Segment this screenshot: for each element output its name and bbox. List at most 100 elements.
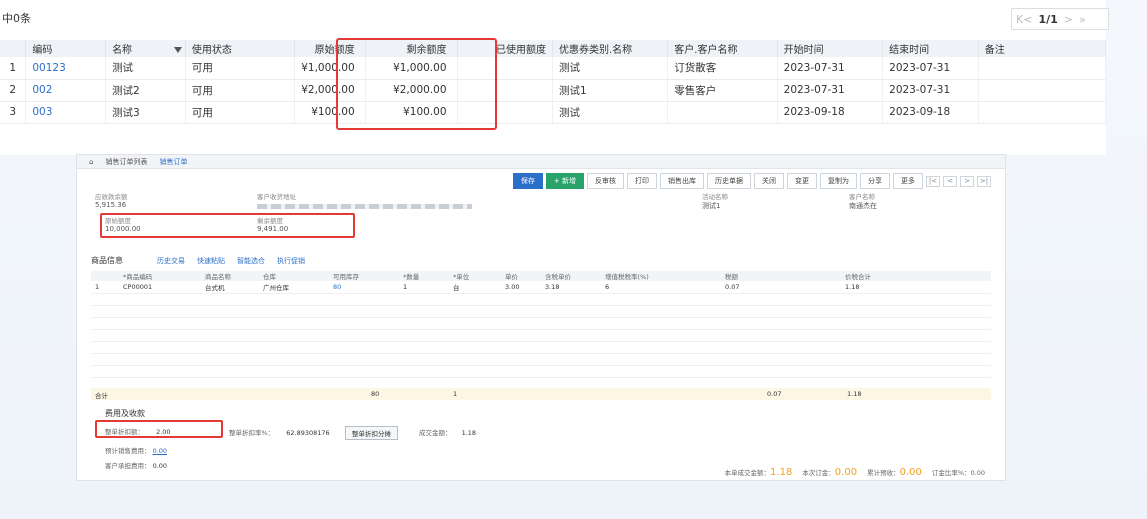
row-customer: 零售客户	[667, 79, 778, 102]
tab-bar: ⌂ 销售订单列表 销售订单	[77, 155, 1005, 169]
row-note	[978, 79, 1107, 102]
grid-col-price: 单价	[501, 271, 541, 281]
bottom-order: 本次订金：0.00	[802, 467, 857, 478]
copy-as-button[interactable]: 复制为	[820, 173, 857, 189]
pre-fee-value[interactable]: 0.00	[153, 447, 167, 455]
first-page-button[interactable]: K<	[1016, 13, 1032, 26]
grid-empty-row	[91, 305, 991, 318]
col-name[interactable]: 名称	[105, 40, 186, 57]
coupon-table: 编码 名称 使用状态 原始额度 剩余额度 已使用额度 优惠券类别.名称 客户.客…	[0, 40, 1107, 124]
grid-row-wh[interactable]: 广州仓库	[259, 281, 329, 294]
row-code[interactable]: 00123	[25, 57, 107, 80]
grid-col-tax: 税额	[721, 271, 841, 281]
first-record-icon[interactable]: |<	[926, 175, 940, 187]
grid-col-qty: *数量	[399, 271, 449, 281]
bottom-deal-value: 1.18	[770, 467, 793, 478]
row-code[interactable]: 003	[25, 101, 107, 124]
row-customer: 订货散客	[667, 57, 778, 80]
col-end[interactable]: 结束时间	[882, 40, 979, 57]
share-button[interactable]: 分享	[860, 173, 890, 189]
print-button[interactable]: 打印	[627, 173, 657, 189]
promotion-link[interactable]: 执行促销	[277, 256, 305, 266]
grid-row-index: 1	[91, 281, 119, 294]
bottom-deal-label: 本单成交金额：	[724, 469, 771, 477]
col-start[interactable]: 开始时间	[777, 40, 884, 57]
bottom-pay: 累计预收：0.00	[867, 467, 922, 478]
sales-order-panel: ⌂ 销售订单列表 销售订单 保存 + 新增 反审核 打印 销售出库 历史单据 关…	[76, 154, 1006, 481]
grid-row-code[interactable]: CP00001	[119, 281, 201, 294]
row-start: 2023-07-31	[777, 57, 884, 80]
col-index	[0, 40, 27, 57]
row-end: 2023-07-31	[882, 79, 979, 102]
grid-empty-row	[91, 317, 991, 330]
info-recv: 应收款余额 5,915.36	[95, 191, 128, 209]
grid-row-taxprice[interactable]: 3.18	[541, 281, 601, 294]
sum-label: 合计	[95, 392, 108, 400]
goods-links: 历史交易 快速粘贴 智能选仓 执行促销	[157, 256, 305, 266]
grid-col-rate: 增值税税率(%)	[601, 271, 721, 281]
bottom-order-label: 本次订金：	[802, 469, 835, 477]
info-customer: 客户名称 南通杰在	[849, 191, 877, 211]
quick-paste-link[interactable]: 快速粘贴	[197, 256, 225, 266]
grid-row-rate[interactable]: 6	[601, 281, 721, 294]
row-name: 测试	[105, 57, 186, 80]
grid-row-price[interactable]: 3.00	[501, 281, 541, 294]
grid-row-name: 台式机	[201, 281, 259, 294]
address-label: 客户收货地址	[257, 193, 296, 201]
split-discount-button[interactable]: 整单折扣分摊	[345, 426, 398, 440]
cust-fee-field: 客户承担费用： 0.00	[105, 460, 167, 470]
next-page-button[interactable]: >	[1064, 13, 1073, 26]
tab-order-list[interactable]: 销售订单列表	[105, 157, 147, 167]
prev-record-icon[interactable]: <	[943, 175, 957, 187]
bottom-summary: 本单成交金额：1.18 本次订金：0.00 累计预收：0.00 订金比率%： 0.…	[725, 467, 985, 478]
grid-row-unit[interactable]: 台	[449, 281, 501, 294]
unaudit-button[interactable]: 反审核	[587, 173, 624, 189]
grid-row-qty[interactable]: 1	[399, 281, 449, 294]
last-record-icon[interactable]: >|	[977, 175, 991, 187]
grid-row[interactable]: 1 CP00001 台式机 广州仓库 80 1 台 3.00 3.18 6 0.…	[91, 281, 991, 294]
last-page-button[interactable]: »	[1079, 13, 1086, 26]
table-row[interactable]: 1 00123 测试 可用 ¥1,000.00 ¥1,000.00 测试 订货散…	[0, 57, 1107, 80]
col-status[interactable]: 使用状态	[185, 40, 296, 57]
row-name: 测试2	[105, 79, 186, 102]
smart-warehouse-link[interactable]: 智能选仓	[237, 256, 265, 266]
address-blurred	[257, 204, 472, 209]
more-button[interactable]: 更多	[893, 173, 923, 189]
toolbar: 保存 + 新增 反审核 打印 销售出库 历史单据 关闭 变更 复制为 分享 更多…	[77, 172, 1005, 190]
row-start: 2023-07-31	[777, 79, 884, 102]
sum-qty: 1	[453, 390, 458, 398]
change-button[interactable]: 变更	[787, 173, 817, 189]
row-customer	[667, 101, 778, 124]
row-code[interactable]: 002	[25, 79, 107, 102]
row-name: 测试3	[105, 101, 186, 124]
close-button[interactable]: 关闭	[754, 173, 784, 189]
row-category: 测试1	[552, 79, 669, 102]
col-code[interactable]: 编码	[25, 40, 107, 57]
grid-col-stock: 可用库存	[329, 271, 399, 281]
col-note[interactable]: 备注	[978, 40, 1107, 57]
discount-rate-label: 整单折扣率%：	[229, 429, 275, 437]
table-row[interactable]: 3 003 测试3 可用 ¥100.00 ¥100.00 测试 2023-09-…	[0, 101, 1107, 124]
save-button[interactable]: 保存	[512, 173, 543, 189]
outbound-button[interactable]: 销售出库	[660, 173, 704, 189]
cust-fee-value[interactable]: 0.00	[153, 462, 167, 470]
bottom-rate-label: 订金比率%：	[931, 469, 971, 477]
pre-fee-field: 预计销售费用： 0.00	[105, 445, 167, 455]
bottom-pay-value: 0.00	[899, 467, 922, 478]
col-customer[interactable]: 客户.客户名称	[667, 40, 778, 57]
discount-rate-value[interactable]: 62.89308176	[286, 429, 329, 437]
add-button[interactable]: + 新增	[545, 173, 584, 189]
grid-empty-row	[91, 293, 991, 306]
grid-col-code: *商品编码	[119, 271, 201, 281]
row-start: 2023-09-18	[777, 101, 884, 124]
home-icon[interactable]: ⌂	[89, 158, 93, 166]
col-category[interactable]: 优惠券类别.名称	[552, 40, 669, 57]
next-record-icon[interactable]: >	[960, 175, 974, 187]
table-row[interactable]: 2 002 测试2 可用 ¥2,000.00 ¥2,000.00 测试1 零售客…	[0, 79, 1107, 102]
history-button[interactable]: 历史单据	[707, 173, 751, 189]
tab-order[interactable]: 销售订单	[159, 157, 187, 167]
grid-row-stock[interactable]: 80	[329, 281, 399, 294]
grid-row-total: 1.18	[841, 281, 991, 294]
filter-icon[interactable]	[174, 47, 183, 53]
history-trade-link[interactable]: 历史交易	[157, 256, 185, 266]
